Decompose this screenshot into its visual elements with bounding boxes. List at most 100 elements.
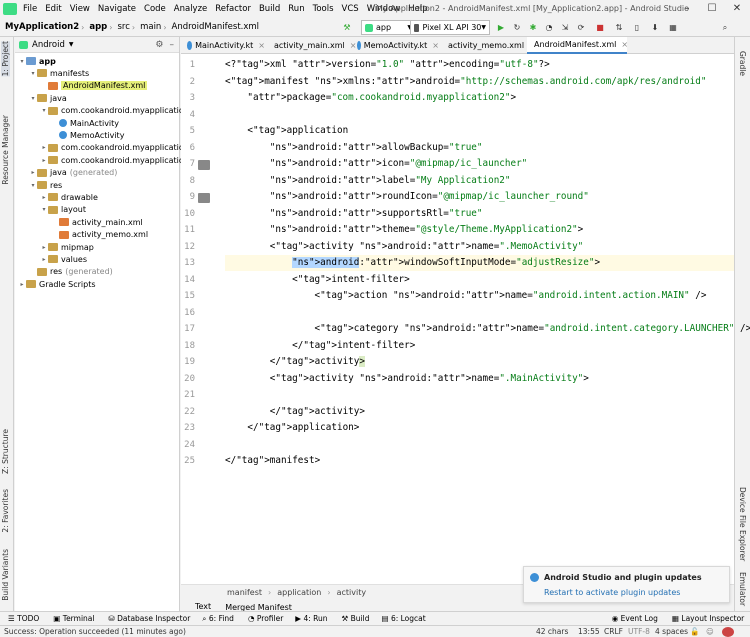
- tree-item[interactable]: activity_memo.xml: [51, 229, 148, 241]
- layout-inspector-icon[interactable]: ▦: [667, 20, 679, 35]
- chevron-right-icon[interactable]: ▸: [18, 281, 26, 288]
- profile-icon[interactable]: ◔: [543, 20, 555, 35]
- tree-item[interactable]: ▸ drawable: [40, 191, 97, 203]
- hammer-icon[interactable]: ⚒: [340, 20, 354, 35]
- apply-changes-icon[interactable]: ⟳: [575, 20, 587, 35]
- chevron-right-icon[interactable]: ▸: [40, 256, 48, 263]
- tree-item[interactable]: ▾ res: [29, 179, 62, 191]
- editor-tab[interactable]: activity_main.xml ×: [267, 37, 356, 54]
- menu-tools[interactable]: Tools: [313, 4, 334, 14]
- notifications-icon[interactable]: [722, 627, 734, 637]
- tree-item[interactable]: ▸ Gradle Scripts: [18, 278, 95, 290]
- tree-item[interactable]: ▸ mipmap: [40, 241, 93, 253]
- indent-setting[interactable]: 4 spaces: [655, 627, 688, 636]
- tree-item[interactable]: ▾ java: [29, 92, 66, 104]
- chevron-down-icon[interactable]: ▾: [29, 95, 37, 102]
- chevron-down-icon[interactable]: ▼: [69, 41, 74, 48]
- code-area[interactable]: <?"tag">xml "attr">version="1.0" "attr">…: [225, 54, 750, 584]
- build-variants-tab[interactable]: Build Variants: [1, 549, 10, 601]
- editor-tab[interactable]: MainActivity.kt ×: [183, 37, 265, 54]
- breadcrumb-application[interactable]: application: [277, 588, 321, 597]
- event-log-button[interactable]: ◉ Event Log: [612, 614, 658, 623]
- restart-link[interactable]: Restart to activate plugin updates: [544, 588, 680, 597]
- chevron-down-icon[interactable]: ▾: [29, 182, 37, 189]
- menu-run[interactable]: Run: [288, 4, 304, 14]
- menu-view[interactable]: View: [70, 4, 90, 14]
- run-config-select[interactable]: app ▼: [361, 20, 416, 35]
- device-file-explorer-tab[interactable]: Device File Explorer: [738, 487, 747, 561]
- menu-file[interactable]: File: [23, 4, 37, 14]
- attach-icon[interactable]: ⇲: [559, 20, 571, 35]
- close-tab-icon[interactable]: ×: [258, 41, 265, 50]
- sync-icon[interactable]: ⇅: [613, 20, 625, 35]
- close-icon[interactable]: ✕: [730, 2, 744, 15]
- nav-crumb-app[interactable]: app: [89, 22, 107, 32]
- device-select[interactable]: Pixel XL API 30 ▼: [410, 20, 490, 35]
- avd-manager-icon[interactable]: ▯: [631, 20, 643, 35]
- chevron-right-icon[interactable]: ▸: [29, 169, 37, 176]
- menu-vcs[interactable]: VCS: [342, 4, 359, 14]
- structure-tab[interactable]: Z: Structure: [1, 429, 10, 474]
- stop-icon[interactable]: ■: [594, 20, 606, 35]
- tree-item[interactable]: ▾ app: [18, 55, 55, 67]
- database-inspector-button[interactable]: ⛁ Database Inspector: [108, 614, 190, 623]
- tree-item[interactable]: MemoActivity: [51, 129, 124, 141]
- layout-inspector-button[interactable]: ▦ Layout Inspector: [672, 614, 744, 623]
- debug-icon[interactable]: ✱: [527, 20, 539, 35]
- chevron-down-icon[interactable]: ▾: [40, 206, 48, 213]
- image-preview-icon[interactable]: [198, 193, 210, 203]
- close-tab-icon[interactable]: ×: [621, 40, 628, 49]
- chevron-right-icon[interactable]: ▸: [40, 244, 48, 251]
- tree-item[interactable]: ▸ values: [40, 253, 87, 265]
- tree-item[interactable]: res (generated): [29, 266, 113, 278]
- tree-item[interactable]: AndroidManifest.xml: [40, 80, 148, 92]
- menu-refactor[interactable]: Refactor: [215, 4, 251, 14]
- run-icon[interactable]: ▶: [495, 20, 507, 35]
- tree-item[interactable]: ▾ layout: [40, 204, 85, 216]
- logcat-button[interactable]: ▤ 6: Logcat: [381, 614, 425, 623]
- menu-build[interactable]: Build: [259, 4, 280, 14]
- minimize-icon[interactable]: –: [680, 2, 694, 15]
- menu-navigate[interactable]: Navigate: [98, 4, 136, 14]
- editor-tab[interactable]: MemoActivity.kt ×: [353, 37, 439, 54]
- favorites-tab[interactable]: 2: Favorites: [1, 489, 10, 533]
- todo-button[interactable]: ☰ TODO: [8, 614, 39, 623]
- tree-item[interactable]: ▾ manifests: [29, 67, 89, 79]
- breadcrumb-activity[interactable]: activity: [337, 588, 367, 597]
- menu-analyze[interactable]: Analyze: [174, 4, 208, 14]
- editor-tab[interactable]: activity_memo.xml×: [441, 37, 536, 54]
- tree-item[interactable]: ▾ com.cookandroid.myapplication2: [40, 105, 193, 117]
- close-tab-icon[interactable]: ×: [432, 41, 439, 50]
- search-icon[interactable]: ⌕: [719, 20, 731, 35]
- menu-edit[interactable]: Edit: [45, 4, 61, 14]
- lock-icon[interactable]: 🔓: [690, 627, 699, 636]
- chevron-down-icon[interactable]: ▾: [18, 58, 26, 65]
- find-button[interactable]: ⌕ 6: Find: [202, 614, 234, 624]
- line-separator[interactable]: CRLF: [604, 627, 623, 636]
- nav-crumb-main[interactable]: main: [140, 22, 161, 32]
- gear-icon[interactable]: ⚙: [155, 40, 163, 50]
- rerun-icon[interactable]: ↻: [511, 20, 523, 35]
- breadcrumb-manifest[interactable]: manifest: [227, 588, 262, 597]
- resource-manager-tab[interactable]: Resource Manager: [1, 115, 10, 185]
- inspector-icon[interactable]: ☺: [706, 627, 714, 636]
- terminal-button[interactable]: ▣ Terminal: [53, 614, 94, 623]
- nav-crumb-project[interactable]: MyApplication2: [5, 22, 79, 32]
- file-encoding[interactable]: UTF-8: [628, 627, 650, 636]
- chevron-down-icon[interactable]: ▾: [29, 70, 37, 77]
- nav-crumb-file[interactable]: AndroidManifest.xml: [172, 22, 260, 32]
- tree-item[interactable]: ▸com.cookandroid.myapplication2(t: [40, 154, 203, 166]
- chevron-down-icon[interactable]: ▾: [40, 107, 48, 114]
- run-tool-button[interactable]: ▶ 4: Run: [295, 614, 327, 623]
- tree-item[interactable]: ▸ java (generated): [29, 167, 117, 179]
- build-tool-button[interactable]: ⚒ Build: [342, 614, 370, 623]
- editor-tab[interactable]: AndroidManifest.xml ×: [527, 37, 628, 54]
- nav-crumb-src[interactable]: src: [117, 22, 129, 32]
- gradle-tab[interactable]: Gradle: [738, 51, 747, 76]
- menu-code[interactable]: Code: [144, 4, 166, 14]
- image-preview-icon[interactable]: [198, 160, 210, 170]
- profiler-button[interactable]: ◔ Profiler: [248, 614, 283, 623]
- chevron-right-icon[interactable]: ▸: [40, 157, 48, 164]
- chevron-right-icon[interactable]: ▸: [40, 144, 48, 151]
- caret-position[interactable]: 13:55: [578, 627, 600, 636]
